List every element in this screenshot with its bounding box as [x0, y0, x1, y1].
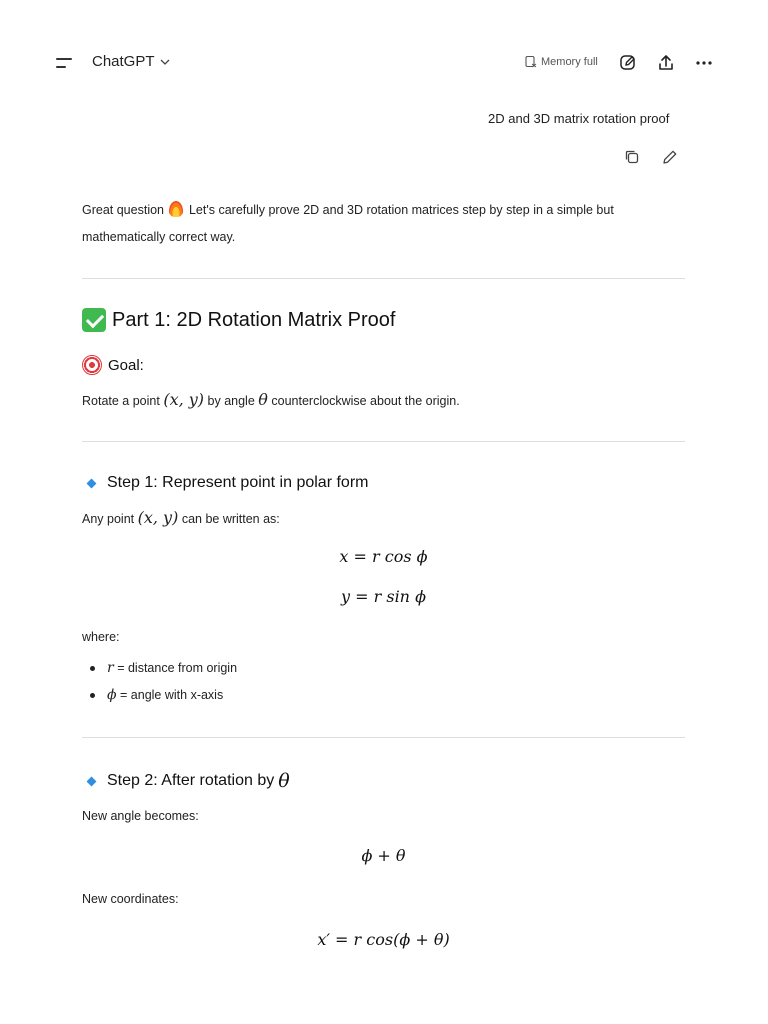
- equation-x: x = r cos ϕ: [339, 547, 428, 566]
- step1-math-point: (x, y): [137, 508, 179, 527]
- equation-y: y = r sin ϕ: [341, 587, 426, 606]
- goal-label: Goal:: [108, 356, 144, 374]
- part1-heading: Part 1: 2D Rotation Matrix Proof: [82, 308, 395, 332]
- goal-text: Rotate a point (x, y) by angle θ counter…: [82, 390, 460, 409]
- step2-title: Step 2: After rotation by: [107, 772, 275, 789]
- diamond-bullet-icon: [86, 776, 97, 786]
- memory-status[interactable]: Memory full: [524, 55, 598, 68]
- equation-angle: ϕ + θ: [361, 846, 406, 865]
- share-icon[interactable]: [656, 53, 676, 73]
- intro-text-c: mathematically correct way.: [82, 230, 236, 244]
- equation-x-prime: x′ = r cos(ϕ + θ): [317, 930, 450, 949]
- bullet-text: = distance from origin: [117, 661, 238, 675]
- diamond-bullet-icon: [86, 478, 97, 488]
- goal-text-b: by angle: [207, 394, 255, 408]
- goal-text-c: counterclockwise about the origin.: [271, 394, 460, 408]
- memory-label: Memory full: [541, 55, 598, 68]
- memory-icon: [525, 55, 537, 68]
- divider: [82, 278, 685, 279]
- intro-text-a: Great question: [82, 203, 164, 217]
- goal-heading: Goal:: [82, 355, 144, 375]
- step1-title: Step 1: Represent point in polar form: [107, 474, 369, 491]
- step2-heading: Step 2: After rotation by θ: [82, 770, 290, 792]
- new-coords-label: New coordinates:: [82, 892, 179, 906]
- step1-heading: Step 1: Represent point in polar form: [82, 474, 368, 492]
- pencil-icon[interactable]: [661, 148, 679, 166]
- bullet-symbol: r: [107, 660, 114, 676]
- bullet-text: = angle with x-axis: [120, 688, 224, 702]
- part1-title: Part 1: 2D Rotation Matrix Proof: [112, 308, 396, 331]
- target-emoji-icon: [82, 355, 102, 375]
- goal-math-theta: θ: [258, 390, 268, 409]
- fire-emoji-icon: [169, 201, 184, 217]
- assistant-intro: Great question Let's carefully prove 2D …: [82, 197, 685, 251]
- top-bar: ChatGPT Memory full: [0, 0, 768, 128]
- divider: [82, 737, 685, 738]
- copy-icon[interactable]: [623, 148, 641, 166]
- user-message: 2D and 3D matrix rotation proof: [488, 111, 670, 126]
- model-selector[interactable]: ChatGPT: [92, 53, 171, 70]
- step2-title-math: θ: [278, 770, 290, 792]
- list-item: r = distance from origin: [90, 660, 237, 676]
- more-icon[interactable]: [694, 53, 714, 73]
- bullet-symbol: ϕ: [107, 687, 117, 703]
- step1-text: Any point (x, y) can be written as:: [82, 508, 280, 527]
- app-title: ChatGPT: [92, 53, 155, 70]
- bullet-dot: [90, 692, 95, 698]
- step1-text-a: Any point: [82, 512, 135, 526]
- step1-text-b: can be written as:: [181, 512, 280, 526]
- divider: [82, 441, 685, 442]
- goal-math-point: (x, y): [163, 390, 205, 409]
- bullet-dot: [90, 665, 95, 671]
- chevron-down-icon: [160, 59, 169, 65]
- list-item: ϕ = angle with x-axis: [90, 687, 223, 703]
- edit-chat-icon[interactable]: [618, 53, 638, 73]
- menu-icon[interactable]: [52, 54, 76, 74]
- goal-text-a: Rotate a point: [82, 394, 160, 408]
- where-label: where:: [82, 630, 120, 644]
- check-emoji-icon: [82, 308, 106, 332]
- intro-text-b: Let's carefully prove 2D and 3D rotation…: [188, 203, 614, 217]
- new-angle-label: New angle becomes:: [82, 809, 199, 823]
